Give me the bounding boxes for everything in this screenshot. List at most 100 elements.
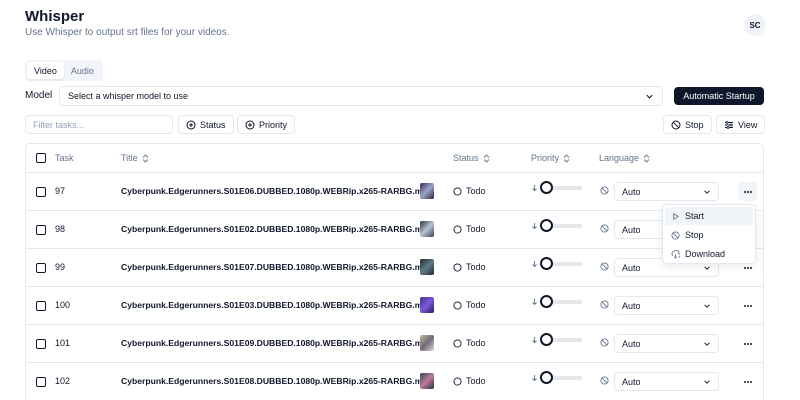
chevron-down-icon [703,264,711,272]
more-horizontal-icon [743,380,753,384]
arrow-down-icon [531,260,538,268]
tab-audio[interactable]: Audio [64,62,101,79]
column-task[interactable]: Task [55,153,74,163]
priority-handle[interactable] [540,333,553,346]
row-actions-button[interactable] [738,296,757,315]
language-select[interactable]: Auto [614,372,719,391]
tasks-table: Task Title Status Priority Language 97 C… [25,143,764,400]
priority-track[interactable] [540,257,582,270]
table-row: 99 Cyberpunk.Edgerunners.S01E07.DUBBED.1… [26,249,763,287]
row-checkbox[interactable] [36,263,46,273]
row-actions-button[interactable] [738,372,757,391]
tab-video[interactable]: Video [27,62,64,79]
video-thumbnail [420,259,434,275]
priority-track[interactable] [540,371,582,384]
status-badge: Todo [453,338,486,348]
arrow-down-icon [531,184,538,192]
sort-icon [563,153,570,163]
column-priority[interactable]: Priority [531,153,570,163]
languages-icon [600,376,609,385]
automatic-startup-button[interactable]: Automatic Startup [674,87,764,105]
status-badge: Todo [453,376,486,386]
priority-slider[interactable] [531,257,582,270]
row-actions-button[interactable] [738,334,757,353]
priority-slider[interactable] [531,219,582,232]
select-all-checkbox[interactable] [36,153,46,163]
priority-handle[interactable] [540,257,553,270]
priority-track[interactable] [540,295,582,308]
priority-track[interactable] [540,333,582,346]
column-status[interactable]: Status [453,153,490,163]
row-checkbox[interactable] [36,301,46,311]
task-id: 98 [55,224,66,234]
language-select[interactable]: Auto [614,182,719,201]
circle-icon [453,376,462,386]
row-actions-menu: Start Stop Download [662,204,756,264]
row-checkbox[interactable] [36,187,46,197]
arrow-down-icon [531,336,538,344]
avatar[interactable]: SC [744,14,766,36]
menu-item-start[interactable]: Start [665,207,753,225]
table-header: Task Title Status Priority Language [26,144,763,173]
priority-handle[interactable] [540,371,553,384]
language-select[interactable]: Auto [614,296,719,315]
priority-filter-button[interactable]: Priority [237,115,296,134]
page-title: Whisper [25,8,85,25]
status-badge: Todo [453,300,486,310]
row-checkbox[interactable] [36,377,46,387]
row-checkbox[interactable] [36,339,46,349]
video-thumbnail [420,297,434,313]
filter-tasks-input[interactable] [25,115,173,134]
sort-icon [483,153,490,163]
row-checkbox[interactable] [36,225,46,235]
priority-handle[interactable] [540,295,553,308]
more-horizontal-icon [743,190,753,194]
priority-track[interactable] [540,219,582,232]
status-badge: Todo [453,224,486,234]
languages-icon [600,262,609,271]
circle-icon [453,300,462,310]
languages-icon [600,338,609,347]
priority-handle[interactable] [540,181,553,194]
sort-icon [142,153,149,163]
language-select[interactable]: Auto [614,334,719,353]
task-title: Cyberpunk.Edgerunners.S01E07.DUBBED.1080… [121,262,430,272]
row-actions-button[interactable] [738,182,757,201]
chevron-down-icon [703,302,711,310]
sort-icon [643,153,650,163]
more-horizontal-icon [743,304,753,308]
chevron-down-icon [645,92,654,101]
languages-icon [600,300,609,309]
plus-circle-icon [186,120,196,130]
status-filter-button[interactable]: Status [178,115,234,134]
task-id: 101 [55,338,71,348]
menu-item-stop[interactable]: Stop [665,226,753,244]
task-id: 102 [55,376,71,386]
table-row: 100 Cyberpunk.Edgerunners.S01E03.DUBBED.… [26,287,763,325]
video-thumbnail [420,335,434,351]
menu-item-download[interactable]: Download [665,245,753,263]
table-row: 101 Cyberpunk.Edgerunners.S01E09.DUBBED.… [26,325,763,363]
video-thumbnail [420,373,434,389]
status-badge: Todo [453,186,486,196]
chevron-down-icon [703,188,711,196]
model-label: Model [25,90,53,101]
priority-handle[interactable] [540,219,553,232]
circle-icon [453,262,462,272]
task-title: Cyberpunk.Edgerunners.S01E03.DUBBED.1080… [121,300,430,310]
column-title[interactable]: Title [121,153,149,163]
arrow-down-icon [531,222,538,230]
priority-slider[interactable] [531,371,582,384]
task-title: Cyberpunk.Edgerunners.S01E09.DUBBED.1080… [121,338,430,348]
priority-slider[interactable] [531,181,582,194]
priority-slider[interactable] [531,333,582,346]
circle-icon [453,338,462,348]
model-select[interactable]: Select a whisper model to use [59,86,663,106]
view-options-button[interactable]: View [716,115,766,134]
stop-all-button[interactable]: Stop [663,115,712,134]
priority-slider[interactable] [531,295,582,308]
task-title: Cyberpunk.Edgerunners.S01E02.DUBBED.1080… [121,224,430,234]
priority-track[interactable] [540,181,582,194]
page-subtitle: Use Whisper to output srt files for your… [25,27,230,38]
column-language[interactable]: Language [599,153,650,163]
